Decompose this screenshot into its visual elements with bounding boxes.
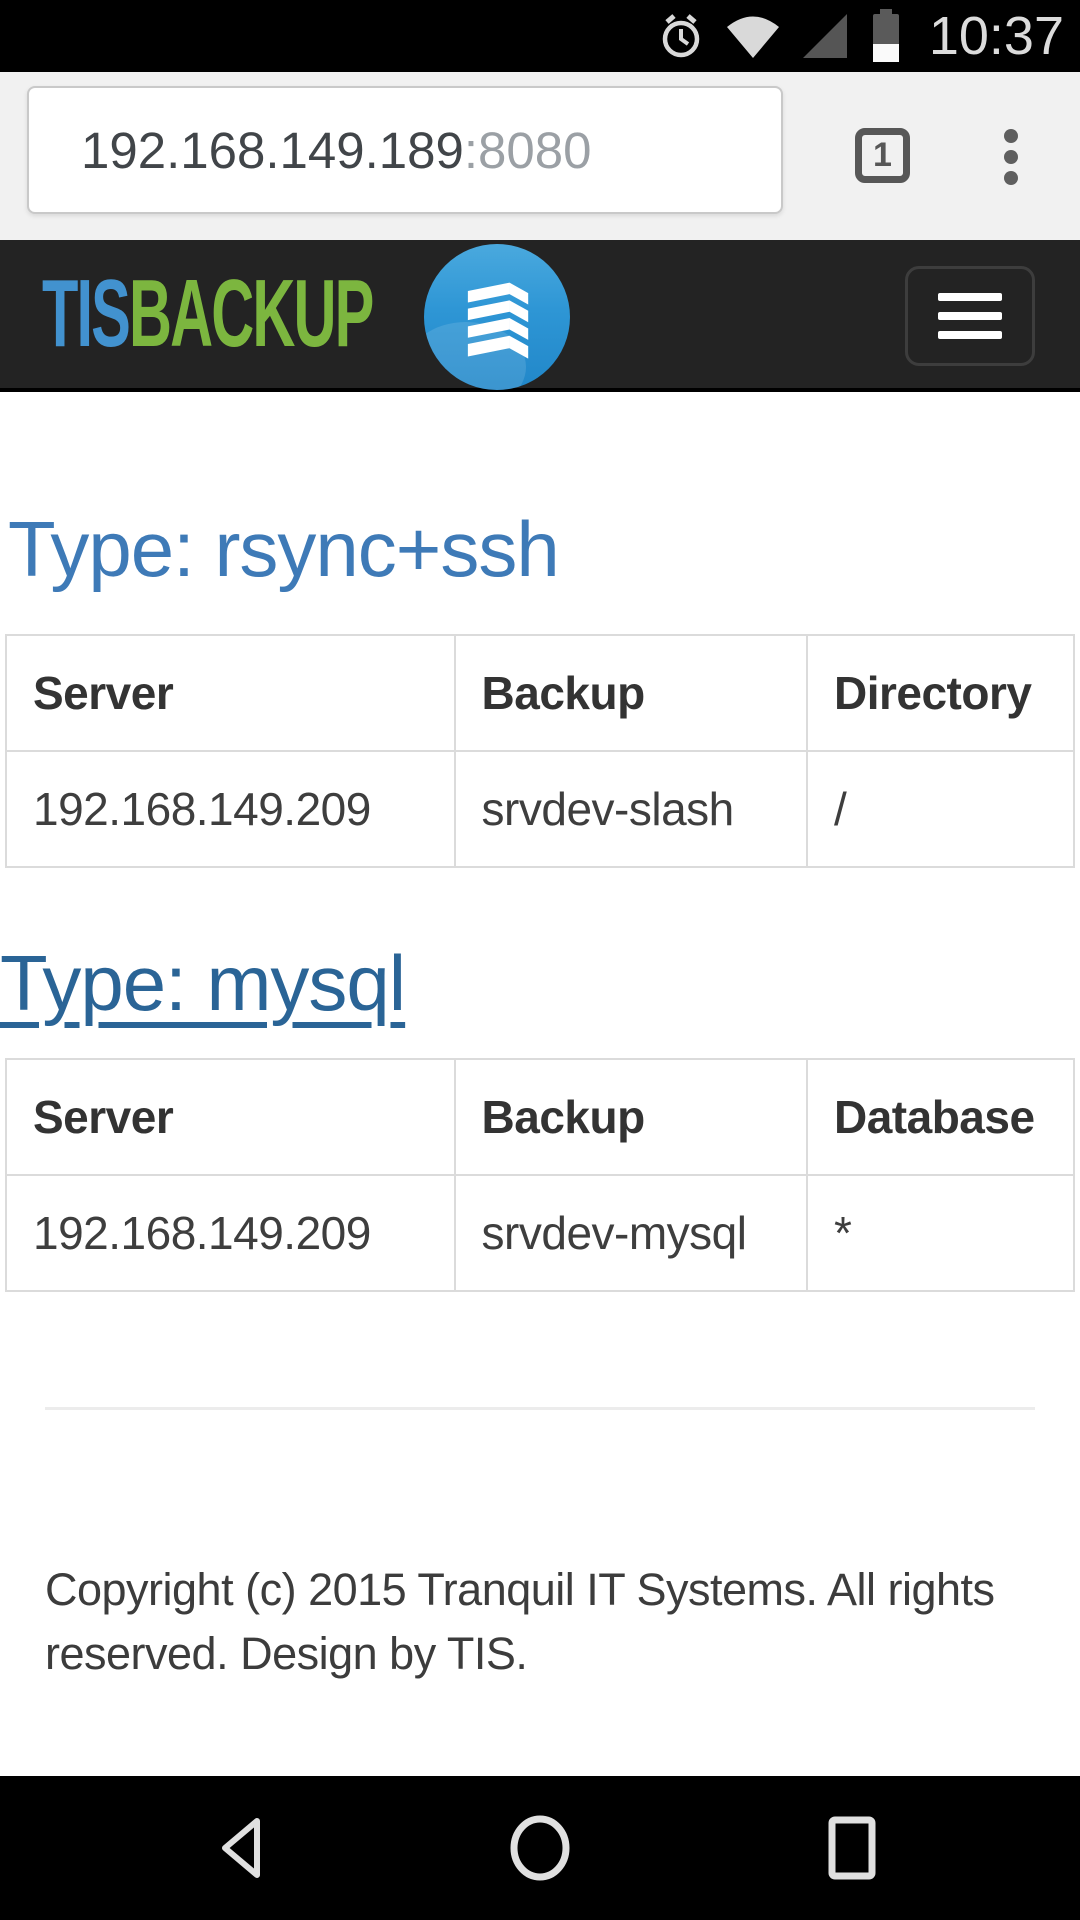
logo-stack-icon [424, 244, 570, 390]
status-bar: 10:37 [0, 0, 1080, 72]
database-cell: * [807, 1175, 1074, 1291]
phone-screen: 10:37 192.168.149.189:8080 1 TISBACKUP [0, 0, 1080, 1920]
column-header: Server [6, 1059, 455, 1175]
overflow-menu-icon[interactable] [997, 129, 1025, 185]
site-header: TISBACKUP [0, 240, 1080, 392]
clock-time: 10:37 [929, 5, 1064, 67]
url-port: :8080 [464, 121, 592, 180]
home-icon[interactable] [480, 1776, 600, 1920]
battery-icon [867, 6, 905, 66]
server-cell: 192.168.149.209 [6, 1175, 455, 1291]
back-icon[interactable] [182, 1776, 302, 1920]
android-nav-bar [0, 1776, 1080, 1920]
backup-cell: srvdev-slash [455, 751, 807, 867]
footer-divider [45, 1407, 1035, 1410]
table-header-row: Server Backup Database [6, 1059, 1074, 1175]
directory-cell: / [807, 751, 1074, 867]
table-header-row: Server Backup Directory [6, 635, 1074, 751]
page-content: Type: rsync+ssh Server Backup Directory … [0, 392, 1080, 1776]
section-title-mysql[interactable]: Type: mysql [0, 938, 405, 1028]
alarm-icon [657, 12, 705, 60]
copyright-text: Copyright (c) 2015 Tranquil IT Systems. … [45, 1558, 1000, 1686]
section-title-rsync-ssh[interactable]: Type: rsync+ssh [8, 504, 1080, 594]
backup-cell: srvdev-mysql [455, 1175, 807, 1291]
browser-toolbar: 192.168.149.189:8080 1 [0, 72, 1080, 240]
tisbackup-logo[interactable]: TISBACKUP [42, 262, 372, 366]
column-header: Server [6, 635, 455, 751]
server-cell: 192.168.149.209 [6, 751, 455, 867]
hamburger-menu-icon[interactable] [905, 266, 1035, 366]
rsync-backups-table: Server Backup Directory 192.168.149.209 … [5, 634, 1075, 868]
tab-count: 1 [873, 136, 892, 175]
table-row: 192.168.149.209 srvdev-mysql * [6, 1175, 1074, 1291]
logo-text-tis: TIS [42, 260, 129, 367]
mysql-backups-table: Server Backup Database 192.168.149.209 s… [5, 1058, 1075, 1292]
logo-text-backup: BACKUP [129, 260, 372, 367]
url-host: 192.168.149.189 [81, 121, 464, 180]
table-row: 192.168.149.209 srvdev-slash / [6, 751, 1074, 867]
recents-icon[interactable] [792, 1776, 912, 1920]
tab-switcher-button[interactable]: 1 [855, 128, 910, 183]
column-header: Directory [807, 635, 1074, 751]
column-header: Backup [455, 635, 807, 751]
column-header: Backup [455, 1059, 807, 1175]
cell-signal-icon [801, 12, 849, 60]
column-header: Database [807, 1059, 1074, 1175]
wifi-icon [723, 12, 783, 60]
url-bar[interactable]: 192.168.149.189:8080 [27, 86, 783, 214]
